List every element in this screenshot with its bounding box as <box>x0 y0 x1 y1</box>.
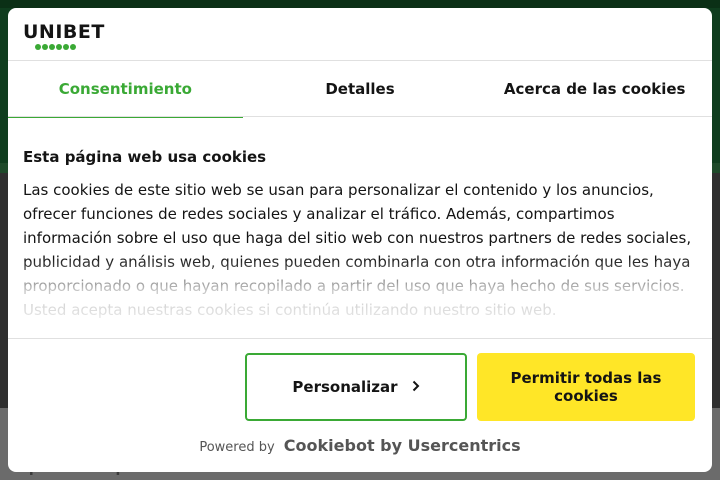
powered-by-label: Powered by <box>199 440 275 455</box>
chevron-right-icon <box>412 378 420 396</box>
allow-all-button[interactable]: Permitir todas las cookies <box>477 353 695 421</box>
cookiebot-link[interactable]: Cookiebot by Usercentrics <box>284 436 521 455</box>
customize-button[interactable]: Personalizar <box>245 353 467 421</box>
tabs-divider <box>8 116 712 117</box>
consent-heading: Esta página web usa cookies <box>23 148 267 166</box>
top-stripe <box>0 0 720 8</box>
powered-by-footer: Powered by Cookiebot by Usercentrics <box>8 436 712 455</box>
tab-consent[interactable]: Consentimiento <box>8 61 243 118</box>
body-divider <box>8 338 712 339</box>
tab-about-cookies[interactable]: Acerca de las cookies <box>477 61 712 117</box>
logo-dots-icon <box>35 44 103 50</box>
consent-text: Las cookies de este sitio web se usan pa… <box>23 181 692 319</box>
tab-details[interactable]: Detalles <box>243 61 478 117</box>
consent-body[interactable]: Esta página web usa cookies Las cookies … <box>23 148 699 338</box>
cookie-consent-dialog: UNIBET Consentimiento Detalles Acerca de… <box>8 8 712 472</box>
customize-button-label: Personalizar <box>292 378 398 396</box>
unibet-logo: UNIBET <box>23 22 104 58</box>
consent-tabs: Consentimiento Detalles Acerca de las co… <box>8 61 712 118</box>
